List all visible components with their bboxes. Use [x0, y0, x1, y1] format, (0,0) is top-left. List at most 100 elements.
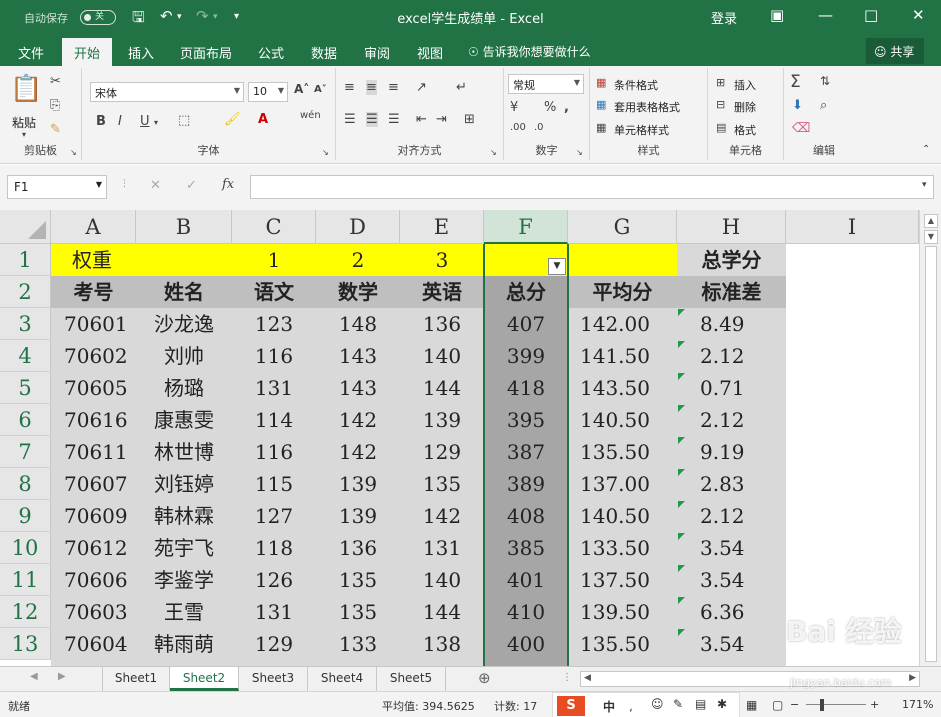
row-header-7[interactable]: 7: [0, 436, 51, 468]
cell-total[interactable]: 387: [484, 436, 568, 468]
error-indicator-icon[interactable]: [678, 629, 685, 636]
cell-total[interactable]: 399: [484, 340, 568, 372]
cell-math[interactable]: 139: [316, 468, 400, 500]
tab-page-layout[interactable]: 页面布局: [180, 43, 232, 62]
underline-dropdown-icon[interactable]: ▾: [154, 118, 158, 127]
currency-icon[interactable]: ¥: [510, 100, 518, 115]
cell-total[interactable]: 389: [484, 468, 568, 500]
cell-chinese[interactable]: 126: [232, 564, 316, 596]
sheet-tab-1[interactable]: Sheet1: [102, 667, 170, 691]
error-indicator-icon[interactable]: [678, 437, 685, 444]
font-color-icon[interactable]: A: [258, 112, 268, 127]
tab-file[interactable]: 文件: [18, 43, 44, 62]
cell-id[interactable]: 70607: [64, 468, 128, 500]
cell-stddev[interactable]: 3.54: [700, 628, 745, 660]
ime-toolbar[interactable]: S 中 ⸲ ☺ ✎ ▤ ✱: [552, 692, 740, 717]
worksheet-grid[interactable]: A B C D E F G H I 1 2 3 4 5 6 7 8 9 10 1…: [0, 210, 941, 666]
error-indicator-icon[interactable]: [678, 405, 685, 412]
clipboard-launcher-icon[interactable]: ↘: [70, 148, 77, 157]
cell-english[interactable]: 129: [400, 436, 484, 468]
column-header-a[interactable]: A: [51, 210, 136, 244]
cell-chinese[interactable]: 131: [232, 372, 316, 404]
cell-id[interactable]: 70603: [64, 596, 128, 628]
cell-stddev[interactable]: 6.36: [700, 596, 745, 628]
cell-stddev[interactable]: 3.54: [700, 564, 745, 596]
cell-math[interactable]: 142: [316, 404, 400, 436]
column-header-b[interactable]: B: [136, 210, 232, 244]
cell-total[interactable]: 401: [484, 564, 568, 596]
cell-chinese[interactable]: 127: [232, 500, 316, 532]
cell-average[interactable]: 137.00: [580, 468, 650, 500]
align-center-icon[interactable]: ☰: [366, 112, 378, 127]
ime-tools-icon[interactable]: ✱: [717, 697, 727, 711]
cell-chinese[interactable]: 115: [232, 468, 316, 500]
sheet-tab-2[interactable]: Sheet2: [170, 667, 239, 691]
align-top-icon[interactable]: ≡: [344, 80, 355, 95]
cell-average[interactable]: 133.50: [580, 532, 650, 564]
copy-icon[interactable]: ⎘: [50, 98, 60, 113]
cell-chinese[interactable]: 123: [232, 308, 316, 340]
ime-skin-icon[interactable]: ▤: [695, 697, 706, 711]
cell-math[interactable]: 136: [316, 532, 400, 564]
scroll-up-icon[interactable]: ▲: [924, 214, 938, 228]
comma-style-icon[interactable]: ,: [564, 100, 569, 115]
cell-stddev[interactable]: 0.71: [700, 372, 745, 404]
cell-f2[interactable]: 总分: [484, 276, 568, 308]
cell-english[interactable]: 144: [400, 372, 484, 404]
ime-mode[interactable]: 中: [603, 698, 615, 715]
cell-name[interactable]: 韩林霖: [136, 500, 232, 532]
login-link[interactable]: 登录: [711, 8, 737, 27]
cell-a2[interactable]: 考号: [51, 276, 136, 308]
cell-math[interactable]: 143: [316, 372, 400, 404]
sheet-tab-3[interactable]: Sheet3: [239, 667, 308, 691]
tell-me-box[interactable]: ☉ 告诉我你想要做什么: [468, 43, 591, 60]
cell-chinese[interactable]: 116: [232, 340, 316, 372]
cell-chinese[interactable]: 116: [232, 436, 316, 468]
cell-stddev[interactable]: 2.83: [700, 468, 745, 500]
cell-id[interactable]: 70604: [64, 628, 128, 660]
cell-average[interactable]: 135.50: [580, 628, 650, 660]
row-header-12[interactable]: 12: [0, 596, 51, 628]
cell-name[interactable]: 康惠雯: [136, 404, 232, 436]
alignment-launcher-icon[interactable]: ↘: [490, 148, 497, 157]
format-as-table-button[interactable]: 套用表格格式: [614, 99, 680, 115]
column-header-g[interactable]: G: [568, 210, 677, 244]
font-launcher-icon[interactable]: ↘: [322, 148, 329, 157]
cell-english[interactable]: 136: [400, 308, 484, 340]
cell-english[interactable]: 135: [400, 468, 484, 500]
row-header-6[interactable]: 6: [0, 404, 51, 436]
cell-h1[interactable]: 总学分: [677, 244, 786, 276]
next-sheet-icon[interactable]: ▶: [58, 671, 66, 682]
cell-stddev[interactable]: 2.12: [700, 340, 745, 372]
cell-math[interactable]: 139: [316, 500, 400, 532]
cell-total[interactable]: 410: [484, 596, 568, 628]
row-header-8[interactable]: 8: [0, 468, 51, 500]
error-indicator-icon[interactable]: [678, 501, 685, 508]
cell-total[interactable]: 395: [484, 404, 568, 436]
phonetic-icon[interactable]: wén: [300, 110, 321, 121]
fill-icon[interactable]: ⬇: [792, 98, 803, 113]
expand-formula-icon[interactable]: ▾: [922, 180, 927, 190]
cell-english[interactable]: 131: [400, 532, 484, 564]
cell-chinese[interactable]: 129: [232, 628, 316, 660]
tab-review[interactable]: 审阅: [364, 43, 390, 62]
insert-cells-button[interactable]: 插入: [734, 77, 756, 93]
align-bottom-icon[interactable]: ≡: [388, 80, 399, 95]
scroll-down-small-icon[interactable]: ▼: [924, 230, 938, 244]
find-select-icon[interactable]: ⌕: [820, 98, 827, 113]
cell-stddev[interactable]: 2.12: [700, 500, 745, 532]
align-left-icon[interactable]: ☰: [344, 112, 356, 127]
column-header-h[interactable]: H: [677, 210, 786, 244]
cell-english[interactable]: 140: [400, 340, 484, 372]
align-right-icon[interactable]: ☰: [388, 112, 400, 127]
cell-math[interactable]: 142: [316, 436, 400, 468]
zoom-slider-handle[interactable]: [820, 699, 824, 711]
cell-name[interactable]: 刘钰婷: [136, 468, 232, 500]
cell-english[interactable]: 144: [400, 596, 484, 628]
cell-id[interactable]: 70616: [64, 404, 128, 436]
decrease-indent-icon[interactable]: ⇤: [416, 112, 427, 127]
clear-icon[interactable]: ⌫: [792, 121, 810, 136]
add-sheet-icon[interactable]: ⊕: [478, 669, 491, 687]
cell-english[interactable]: 138: [400, 628, 484, 660]
share-button[interactable]: ☺ 共享: [866, 38, 924, 64]
